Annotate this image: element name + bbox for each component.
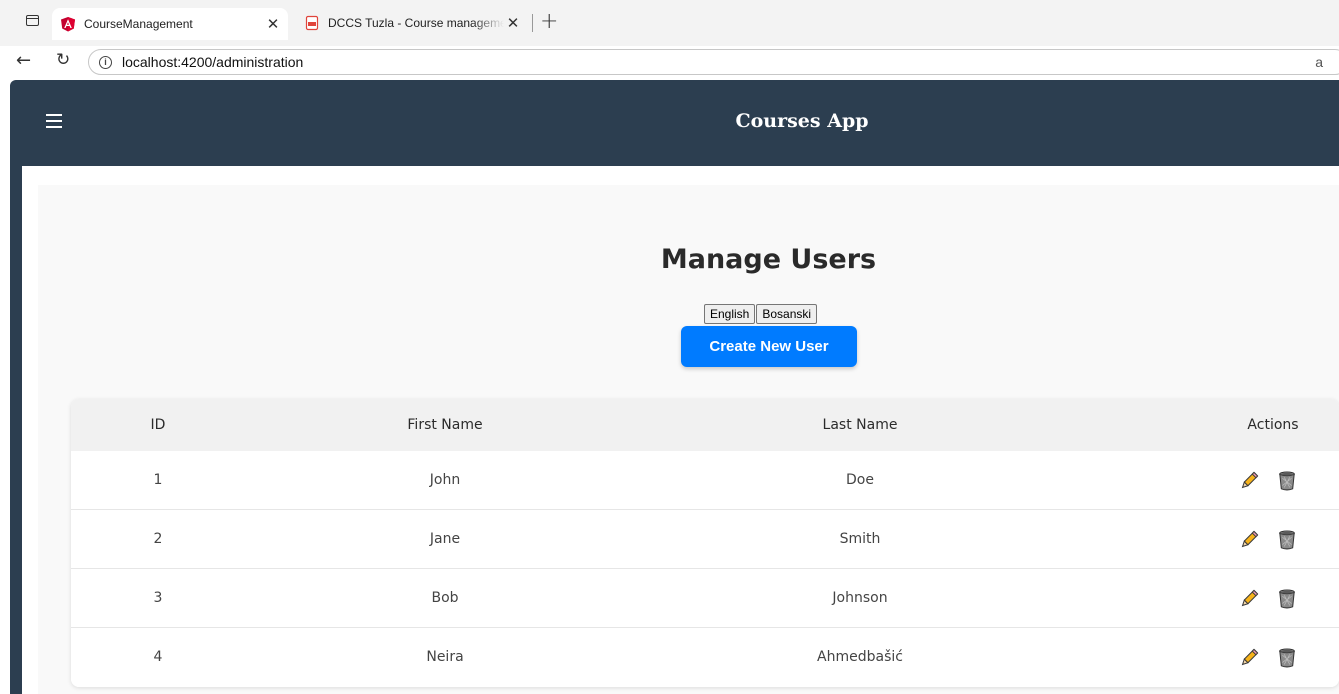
column-header-last-name: Last Name <box>822 417 898 433</box>
url-text: localhost:4200/administration <box>122 54 304 70</box>
angular-icon <box>61 17 75 32</box>
cell-first-name: Bob <box>431 590 459 606</box>
create-new-user-button[interactable]: Create New User <box>681 326 857 367</box>
users-table: ID First Name Last Name Actions 1 John D… <box>71 399 1339 687</box>
cell-first-name: Neira <box>426 649 464 665</box>
cell-first-name: Jane <box>429 531 461 547</box>
row-actions <box>1238 469 1308 493</box>
page-title: Manage Users <box>660 244 877 275</box>
column-header-first-name: First Name <box>407 417 483 433</box>
app-header: Courses App <box>22 82 1339 166</box>
url-field[interactable]: i localhost:4200/administration a <box>88 49 1339 75</box>
cell-id: 4 <box>153 649 163 665</box>
tab-separator <box>532 14 533 32</box>
cell-last-name: Ahmedbašić <box>817 649 903 665</box>
site-info-icon[interactable]: i <box>99 55 112 69</box>
tab-title: DCCS Tuzla - Course managemen <box>328 16 504 30</box>
wastebasket-icon[interactable] <box>1276 529 1298 551</box>
tab-actions-icon[interactable] <box>26 15 39 26</box>
tab-title: CourseManagement <box>84 17 193 31</box>
table-header: ID First Name Last Name Actions <box>71 399 1339 451</box>
pencil-icon[interactable] <box>1238 529 1260 551</box>
cell-id: 2 <box>153 531 163 547</box>
table-row: 1 John Doe <box>71 451 1339 510</box>
row-actions <box>1238 587 1308 611</box>
pencil-icon[interactable] <box>1238 588 1260 610</box>
cell-first-name: John <box>429 472 461 488</box>
pdf-document-icon <box>305 15 319 31</box>
table-row: 2 Jane Smith <box>71 510 1339 569</box>
close-tab-icon[interactable]: ✕ <box>504 14 522 32</box>
cell-last-name: Smith <box>839 531 881 547</box>
language-english-button[interactable]: English <box>704 304 756 324</box>
new-tab-icon[interactable]: + <box>540 9 558 34</box>
wastebasket-icon[interactable] <box>1276 588 1298 610</box>
cell-id: 3 <box>153 590 163 606</box>
language-bosanski-button[interactable]: Bosanski <box>756 304 818 324</box>
tab-coursemanagement[interactable]: CourseManagement ✕ <box>52 8 288 40</box>
reload-icon[interactable]: ↻ <box>56 50 70 70</box>
pencil-icon[interactable] <box>1238 470 1260 492</box>
column-header-actions: Actions <box>1247 417 1299 433</box>
back-arrow-icon[interactable]: ← <box>16 50 31 71</box>
row-actions <box>1238 646 1308 670</box>
cell-last-name: Johnson <box>832 590 888 606</box>
language-switcher: English Bosanski <box>704 304 818 324</box>
close-tab-icon[interactable]: ✕ <box>264 15 282 33</box>
pencil-icon[interactable] <box>1238 647 1260 669</box>
table-row: 4 Neira Ahmedbašić <box>71 628 1339 687</box>
column-header-id: ID <box>150 417 166 433</box>
cell-id: 1 <box>153 472 163 488</box>
wastebasket-icon[interactable] <box>1276 647 1298 669</box>
tab-dccs-tuzla[interactable]: DCCS Tuzla - Course managemen ✕ <box>296 8 528 38</box>
address-bar: ← ↻ i localhost:4200/administration a <box>0 46 1339 78</box>
wastebasket-icon[interactable] <box>1276 470 1298 492</box>
app-title: Courses App <box>735 110 869 132</box>
table-row: 3 Bob Johnson <box>71 569 1339 628</box>
url-trailing-text: a <box>1315 54 1323 70</box>
browser-tab-strip: CourseManagement ✕ DCCS Tuzla - Course m… <box>0 0 1339 46</box>
cell-last-name: Doe <box>846 472 874 488</box>
row-actions <box>1238 528 1308 552</box>
